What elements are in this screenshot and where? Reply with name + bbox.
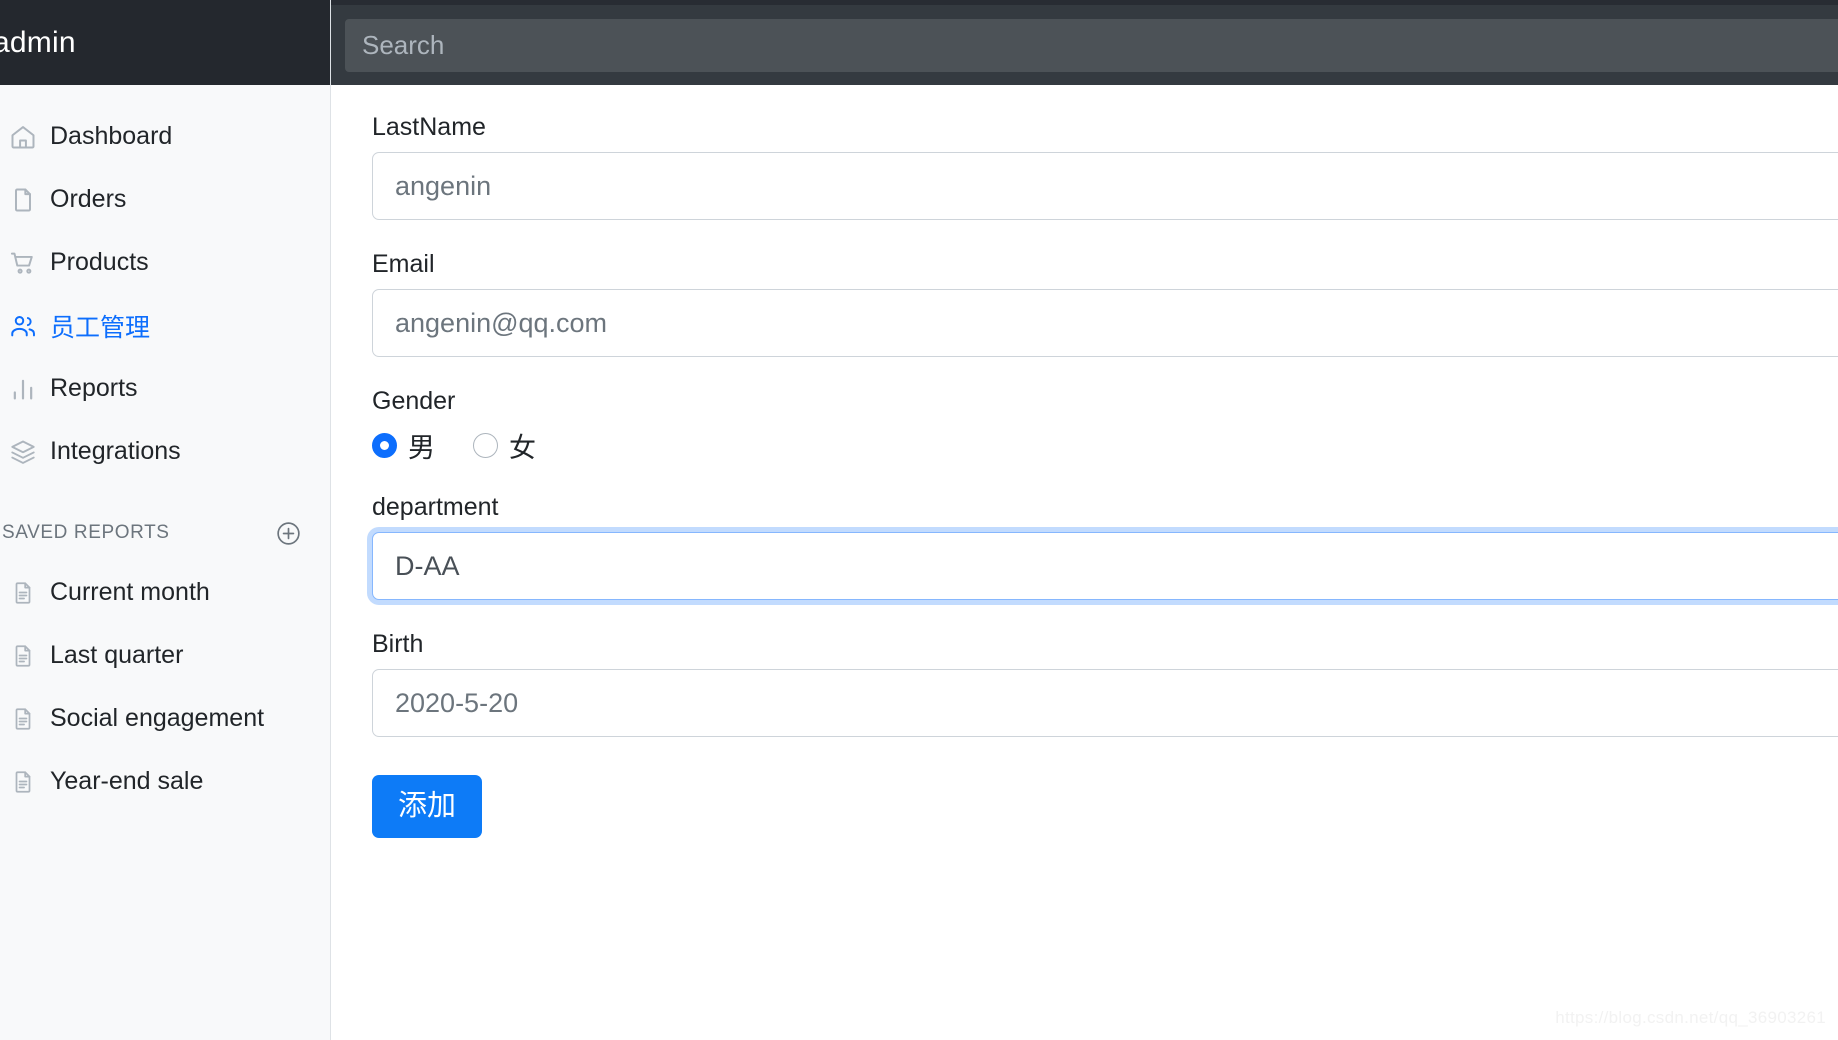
gender-radio-group: 男 女 [372,426,1838,465]
sidebar-item-label: Products [50,248,149,276]
gender-label: Gender [372,387,456,415]
watermark-text: https://blog.csdn.net/qq_36903261 [1555,1008,1826,1027]
birth-input[interactable] [372,669,1838,737]
file-text-icon [2,580,44,606]
saved-report-label: Year-end sale [50,767,204,795]
plus-circle-icon[interactable] [275,520,302,547]
search-input[interactable] [345,19,1838,72]
submit-add-button[interactable]: 添加 [372,775,483,838]
radio-checked-icon [372,433,397,458]
email-label: Email [372,250,435,278]
email-input[interactable] [372,289,1838,357]
field-lastname: LastName [372,115,1838,220]
saved-reports-title: SAVED REPORTS [2,522,170,543]
gender-option-label: 男 [408,433,435,463]
top-navbar [331,5,1838,85]
gender-option-female[interactable]: 女 [473,426,536,465]
layers-icon [2,438,44,466]
sidebar-item-orders[interactable]: Orders [0,168,330,231]
saved-report-current-month[interactable]: Current month [0,561,330,624]
gender-option-male[interactable]: 男 [372,426,435,465]
saved-reports-list: Current month Last quarter Social engage… [0,561,330,813]
saved-report-last-quarter[interactable]: Last quarter [0,624,330,687]
bar-chart-icon [2,375,44,403]
radio-unchecked-icon [473,433,498,458]
sidebar-item-integrations[interactable]: Integrations [0,420,330,483]
saved-report-label: Last quarter [50,641,184,669]
sidebar: admin Dashboard Orders Products 员工管理 Rep… [0,0,331,1040]
gender-option-label: 女 [509,433,536,463]
sidebar-item-label: Reports [50,374,138,402]
file-text-icon [2,706,44,732]
sidebar-item-label: Integrations [50,437,181,465]
main-content: LastName Email Gender 男 女 [331,85,1838,1040]
sidebar-item-label: Dashboard [50,122,173,150]
cart-icon [2,249,44,277]
department-input[interactable] [372,532,1838,600]
lastname-input[interactable] [372,152,1838,220]
sidebar-item-label: Orders [50,185,127,213]
file-icon [2,186,44,214]
department-label: department [372,493,499,521]
birth-label: Birth [372,630,424,658]
field-email: Email [372,252,1838,357]
sidebar-header: admin [0,0,330,85]
field-department: department [372,495,1838,600]
field-birth: Birth [372,632,1838,737]
field-gender: Gender 男 女 [372,389,1838,465]
saved-report-year-end-sale[interactable]: Year-end sale [0,750,330,813]
sidebar-nav: Dashboard Orders Products 员工管理 Reports I… [0,85,330,483]
saved-report-label: Current month [50,578,210,606]
saved-reports-header: SAVED REPORTS [0,505,330,561]
file-text-icon [2,769,44,795]
sidebar-item-dashboard[interactable]: Dashboard [0,105,330,168]
sidebar-item-products[interactable]: Products [0,231,330,294]
brand-title: admin [0,25,76,59]
saved-report-label: Social engagement [50,704,265,732]
sidebar-item-label: 员工管理 [50,313,151,342]
people-icon [2,312,44,340]
lastname-label: LastName [372,113,486,141]
app-root: admin Dashboard Orders Products 员工管理 Rep… [0,0,1838,1040]
saved-report-social-engagement[interactable]: Social engagement [0,687,330,750]
sidebar-item-employee-management[interactable]: 员工管理 [0,294,330,357]
home-icon [2,123,44,151]
sidebar-item-reports[interactable]: Reports [0,357,330,420]
file-text-icon [2,643,44,669]
